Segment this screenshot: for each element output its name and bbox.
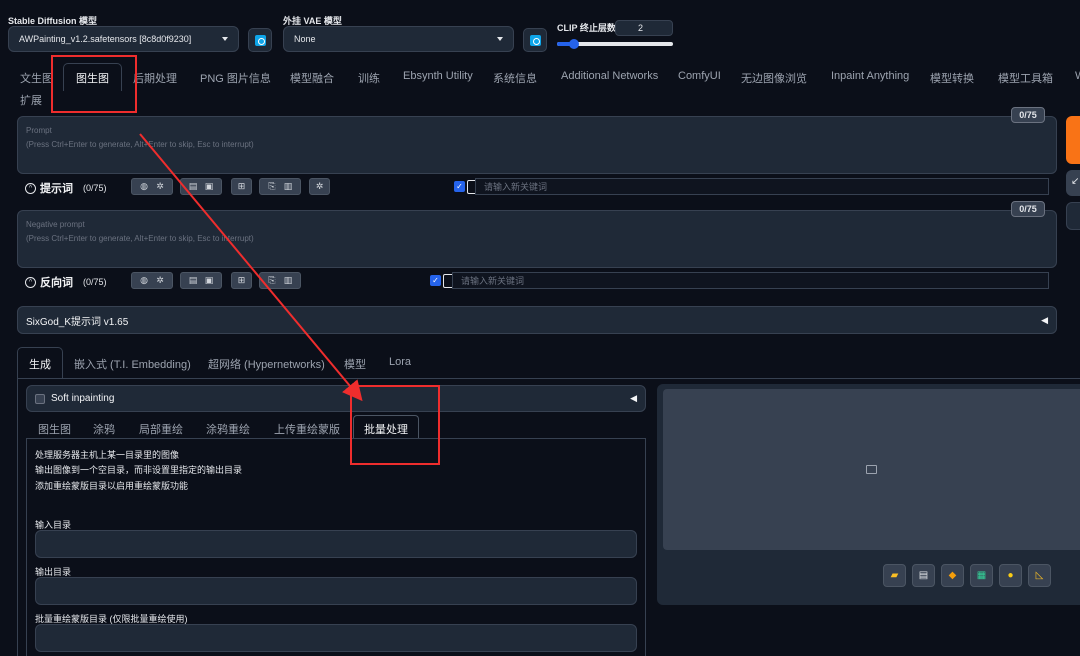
annotation-arrow bbox=[139, 133, 363, 402]
